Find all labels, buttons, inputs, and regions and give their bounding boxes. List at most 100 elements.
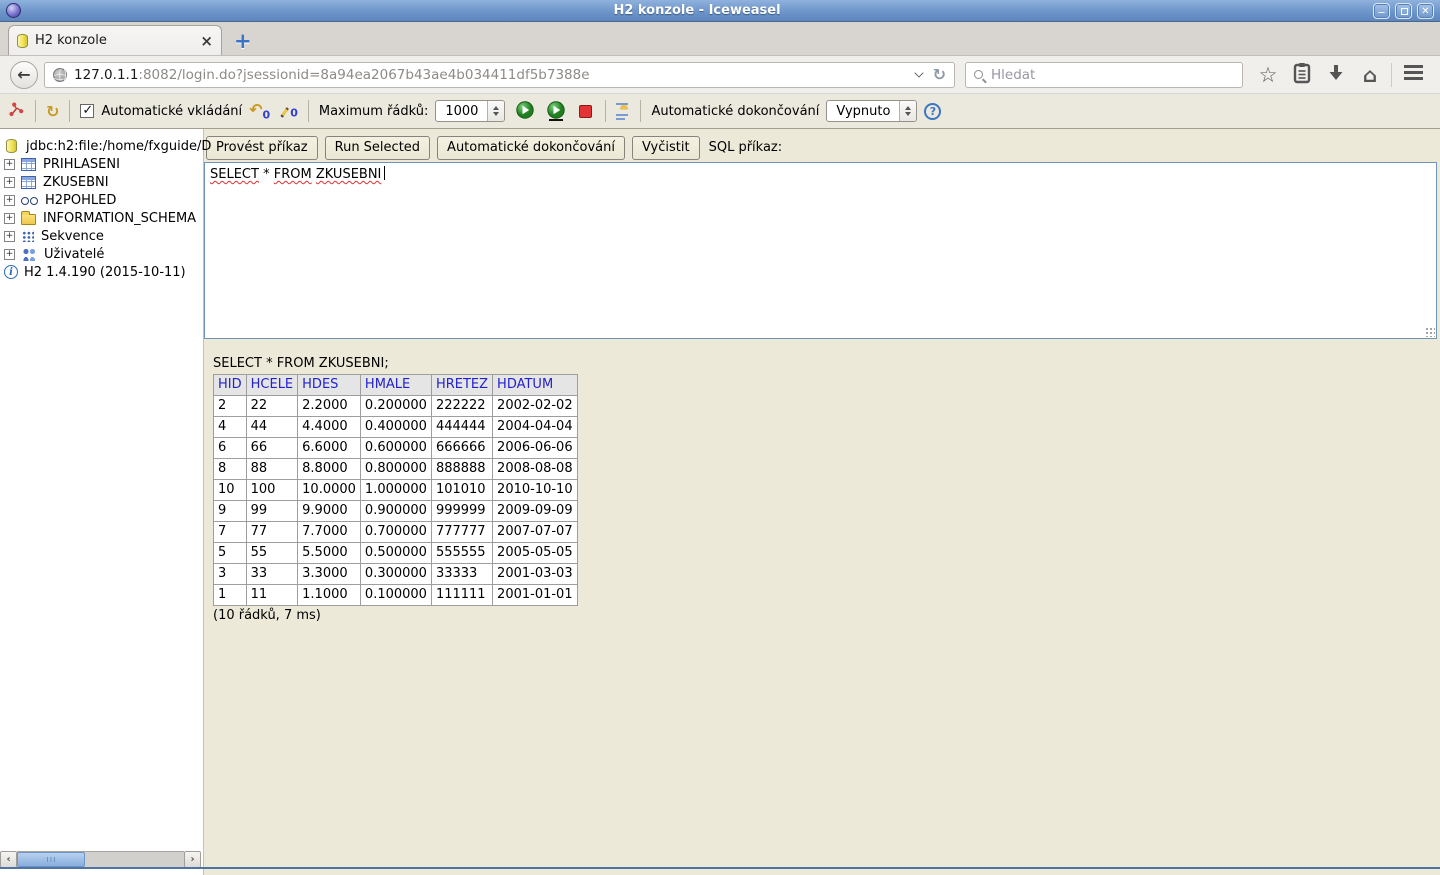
autocomplete-select[interactable]: Vypnuto [826,100,918,122]
clear-button[interactable]: Vyčistit [632,135,700,160]
stop-icon[interactable] [579,104,593,118]
table-cell: 2001-03-03 [492,563,578,585]
table-cell: 6 [213,437,247,459]
tree-item-connection[interactable]: jdbc:h2:file:/home/fxguide/D [6,137,211,155]
column-header-hmale[interactable]: HMALE [359,374,432,396]
tab-close-icon[interactable] [200,32,213,50]
window-titlebar[interactable]: H2 konzole - Iceweasel ─ ✕ [0,0,1440,22]
tree-item-sekvence[interactable]: + Sekvence [4,227,203,245]
table-row[interactable]: 8 88 8.8000 0.800000 888888 2008-08-08 [213,458,578,480]
maximize-button[interactable] [1395,2,1412,19]
autocomplete-button[interactable]: Automatické dokončování [437,135,625,160]
url-text[interactable]: 127.0.1.1:8082/login.do?jsessionid=8a94e… [74,67,909,83]
refresh-icon[interactable]: ↻ [46,102,59,121]
sidebar-horizontal-scrollbar[interactable] [0,851,201,868]
table-cell: 2010-10-10 [492,479,578,501]
table-cell: 0.700000 [359,521,432,543]
table-row[interactable]: 10 100 10.0000 1.000000 101010 2010-10-10 [213,479,578,501]
menu-icon[interactable] [1396,65,1430,84]
table-cell: 0.400000 [359,416,432,438]
scrollbar-track[interactable] [17,851,184,868]
table-cell: 1.000000 [359,479,432,501]
expand-icon[interactable]: + [4,248,15,260]
table-icon [21,175,36,189]
url-dropdown-chevron-icon[interactable] [914,68,924,78]
autocommit-label: Automatické vkládání [101,103,243,119]
table-cell: 111111 [430,584,494,606]
url-bar[interactable]: 127.0.1.1:8082/login.do?jsessionid=8a94e… [44,61,955,88]
table-cell: 0.900000 [359,500,432,522]
tree-item-uzivatele[interactable]: + Uživatelé [4,245,203,263]
connection-label: jdbc:h2:file:/home/fxguide/D [26,138,212,154]
expand-icon[interactable]: + [4,230,15,242]
table-cell: 2009-09-09 [492,500,578,522]
column-header-hdatum[interactable]: HDATUM [492,374,578,396]
expand-icon[interactable]: + [4,212,15,224]
autocommit-checkbox[interactable] [80,103,95,118]
sql-textarea[interactable]: SELECT * FROM ZKUSEBNI [204,162,1437,339]
undo-icon[interactable]: ↶0 [249,100,270,122]
table-row[interactable]: 9 99 9.9000 0.900000 999999 2009-09-09 [213,500,578,522]
bookmarks-list-icon[interactable] [1285,62,1319,88]
tree-item-zkusebni[interactable]: + ZKUSEBNI [4,173,203,191]
tree-item-version[interactable]: H2 1.4.190 (2015-10-11) [4,263,203,281]
close-window-button[interactable]: ✕ [1417,2,1434,19]
bookmark-star-icon[interactable] [1251,63,1285,87]
tab-h2-konzole[interactable]: H2 konzole [8,25,222,55]
expand-icon[interactable]: + [4,176,15,188]
downloads-icon[interactable] [1319,63,1353,87]
table-cell: 555555 [430,542,494,564]
column-header-hcele[interactable]: HCELE [245,374,299,396]
table-cell: 666666 [430,437,494,459]
run-selected-icon[interactable] [547,101,566,121]
table-row[interactable]: 7 77 7.7000 0.700000 777777 2007-07-07 [213,521,578,543]
table-row[interactable]: 1 11 1.1000 0.100000 111111 2001-01-01 [213,584,578,606]
home-icon[interactable] [1353,63,1387,87]
spinner-arrows-icon[interactable] [487,101,505,121]
run-icon[interactable] [516,101,535,121]
reload-icon[interactable] [933,65,946,84]
site-globe-icon[interactable] [53,67,67,82]
table-cell: 22 [245,395,299,417]
window-bottom-border [0,867,1440,869]
commit-icon[interactable] [616,103,630,120]
table-cell: 2004-04-04 [492,416,578,438]
run-selected-button[interactable]: Run Selected [324,135,431,160]
table-row[interactable]: 2 22 2.2000 0.200000 222222 2002-02-02 [213,395,578,417]
table-row[interactable]: 4 44 4.4000 0.400000 444444 2004-04-04 [213,416,578,438]
table-row[interactable]: 6 66 6.6000 0.600000 666666 2006-06-06 [213,437,578,459]
scrollbar-thumb[interactable] [17,852,85,867]
column-header-hid[interactable]: HID [213,374,247,396]
disconnect-icon[interactable] [8,101,25,122]
table-row[interactable]: 3 33 3.3000 0.300000 33333 2001-03-03 [213,563,578,585]
text-caret [384,166,386,180]
resize-grip-icon[interactable] [1424,326,1435,337]
tab-strip: H2 konzole [0,22,1440,56]
table-cell: 5.5000 [297,542,361,564]
help-icon[interactable] [924,102,942,120]
scroll-right-icon[interactable] [184,851,201,868]
max-rows-select[interactable]: 1000 [435,100,506,122]
table-cell: 8.8000 [297,458,361,480]
run-command-button[interactable]: Provést příkaz [206,135,318,160]
table-row[interactable]: 5 55 5.5000 0.500000 555555 2005-05-05 [213,542,578,564]
search-input[interactable]: Hledat [965,61,1243,88]
new-tab-button[interactable] [234,31,252,51]
column-header-hretez[interactable]: HRETEZ [430,374,494,396]
column-header-hdes[interactable]: HDES [297,374,361,396]
back-button[interactable] [10,60,38,89]
tree-item-prihlaseni[interactable]: + PRIHLASENI [4,155,203,173]
search-icon[interactable] [974,70,983,79]
spinner-arrows-icon[interactable] [899,101,917,121]
minimize-button[interactable]: ─ [1373,2,1390,19]
tree-item-information-schema[interactable]: + INFORMATION_SCHEMA [4,209,203,227]
expand-icon[interactable]: + [4,194,15,206]
table-cell: 0.100000 [359,584,432,606]
autocomplete-value: Vypnuto [836,103,891,119]
search-placeholder: Hledat [991,66,1036,83]
expand-icon[interactable]: + [4,158,15,170]
edit-history-icon[interactable]: 0 [279,102,298,120]
tree-item-h2pohled[interactable]: + H2POHLED [4,191,203,209]
sql-text: SELECT * FROM ZKUSEBNI [210,167,382,182]
scroll-left-icon[interactable] [0,851,17,868]
